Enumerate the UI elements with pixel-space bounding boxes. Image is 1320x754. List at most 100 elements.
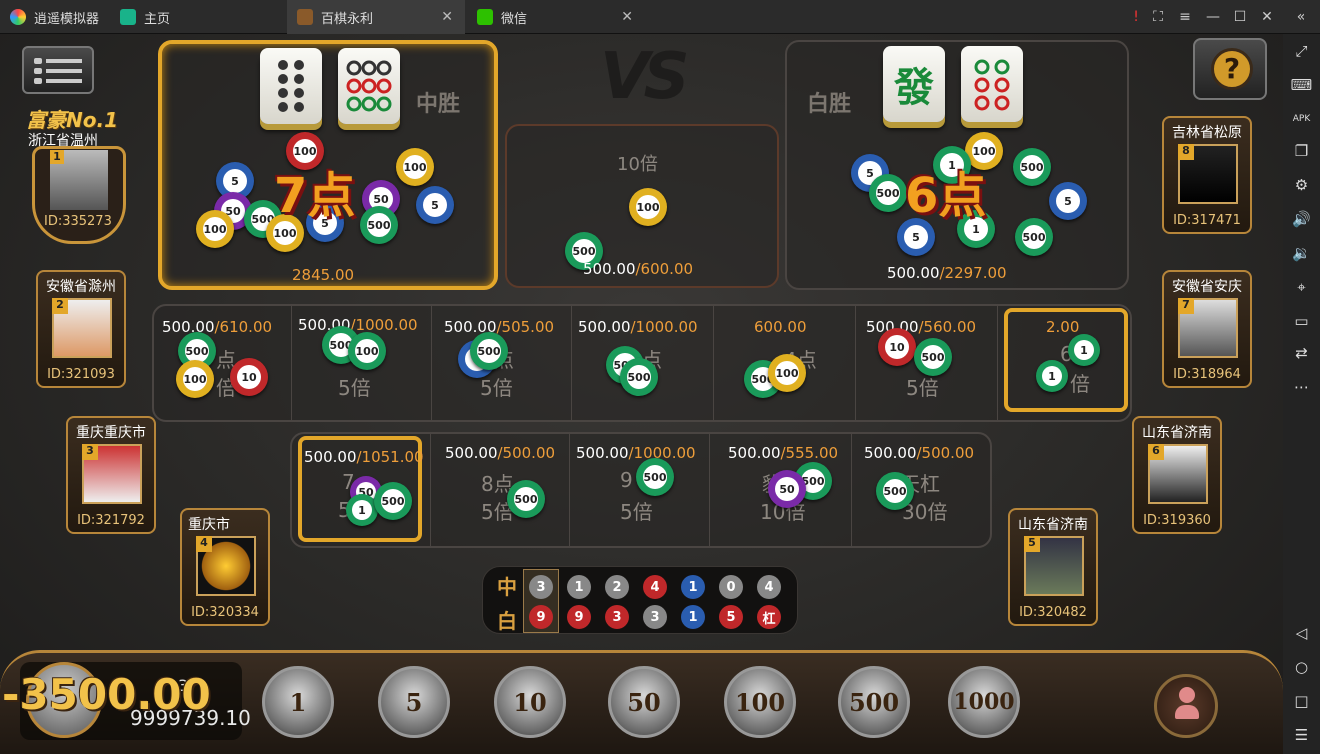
game-table: ? VS 中胜 100 5 50 100 500 100 5 100 50 50… [0, 34, 1283, 754]
cell-amount: 500.00/500.00 [445, 444, 556, 462]
bet-cell-7p[interactable]: 500.00/1051.00 7 5 50 1 500 [298, 436, 424, 542]
chip-10: 10 [230, 358, 268, 396]
chip-500: 500 [876, 472, 914, 510]
bet-cell-1[interactable]: 500.00/610.00 点 倍 500 100 10 [154, 306, 292, 420]
more-icon[interactable]: ⋯ [1289, 374, 1314, 399]
chip-1: 1 [1036, 360, 1068, 392]
keyboard-icon[interactable]: ⌨ [1289, 72, 1314, 97]
menu-button[interactable] [22, 46, 94, 94]
cell-mult: 倍 [1070, 372, 1090, 396]
history-ball: 3 [529, 575, 553, 599]
bet-cell-6[interactable]: 500.00/560.00 5倍 10 500 [856, 306, 998, 420]
players-list-button[interactable] [1154, 674, 1218, 738]
zhong-win-area[interactable]: 中胜 100 5 50 100 500 100 5 100 50 500 5 7… [158, 40, 498, 290]
zhong-label: 中胜 [416, 92, 461, 117]
player-id: ID:319360 [1143, 513, 1211, 528]
cell-point: 9 [620, 468, 633, 492]
seat-number: 7 [1178, 298, 1194, 314]
cell-mult: 5倍 [480, 376, 513, 400]
player-seat-1[interactable]: 富豪No.1 浙江省温州 1 ID:335273 [18, 104, 136, 246]
sync-icon[interactable]: ⇄ [1289, 340, 1314, 365]
chip-500: 500 [470, 332, 508, 370]
volume-down-icon[interactable]: 🔉 [1289, 240, 1314, 265]
bet-chip-10[interactable]: 10 [494, 666, 566, 738]
tab-game[interactable]: 百棋永利 ✕ [287, 0, 465, 34]
tie-multiplier: 10倍 [617, 154, 658, 175]
bet-chip-500[interactable]: 500 [838, 666, 910, 738]
bet-cell-8[interactable]: 500.00/500.00 8点 5倍 500 [430, 434, 570, 546]
bet-chip-1000[interactable]: 1000 [948, 666, 1020, 738]
tie-amount: 500.00/600.00 [583, 260, 694, 278]
back-icon[interactable]: ◁ [1289, 620, 1314, 645]
bet-chip-100[interactable]: 100 [724, 666, 796, 738]
bet-cell-3[interactable]: 500.00/505.00 点 5倍 5 500 [432, 306, 572, 420]
vs-logo: VS [600, 40, 690, 114]
bet-cell-7[interactable]: 2.00 6 倍 1 1 [1004, 308, 1128, 412]
player-seat-7[interactable]: 安徽省安庆 7 ID:318964 [1162, 270, 1252, 388]
bet-cell-9[interactable]: 500.00/1000.00 9 5倍 500 [570, 434, 710, 546]
player-location: 重庆市 [188, 517, 230, 533]
close-icon[interactable]: ✕ [621, 9, 633, 25]
chip-500: 500 [620, 358, 658, 396]
bet-cell-5[interactable]: 600.00 4点 500 100 [714, 306, 856, 420]
player-seat-8[interactable]: 吉林省松原 8 ID:317471 [1162, 116, 1252, 234]
bet-cell-leopard[interactable]: 500.00/555.00 豹 10倍 500 50 [710, 434, 852, 546]
emulator-titlebar: 逍遥模拟器 主页 百棋永利 ✕ 微信 ✕ ! ⛶ ≡ — ☐ ✕ « [0, 0, 1320, 34]
player-seat-6[interactable]: 山东省济南 6 ID:319360 [1132, 416, 1222, 534]
bet-cell-2[interactable]: 500.00/1000.00 5倍 500 100 [292, 306, 432, 420]
bai-win-area[interactable]: 白胜 發 5 500 5 100 1 500 5 1 500 6点 500.00… [785, 40, 1129, 290]
player-id: ID:335273 [44, 214, 112, 229]
bet-chip-1[interactable]: 1 [262, 666, 334, 738]
player-seat-4[interactable]: 重庆市 4 ID:320334 [180, 508, 270, 626]
bai-points: 6点 [905, 168, 987, 224]
player-location: 安徽省安庆 [1172, 279, 1242, 295]
chip-500: 500 [1013, 148, 1051, 186]
maximize-icon[interactable]: ☐ [1227, 0, 1253, 34]
location-icon[interactable]: ⌖ [1289, 274, 1314, 299]
expand-icon[interactable]: ⤢ [1289, 38, 1314, 63]
tab-home[interactable]: 主页 [110, 0, 285, 34]
close-icon[interactable]: ✕ [441, 9, 453, 25]
app-name: 逍遥模拟器 [34, 11, 100, 27]
help-icon: ? [1211, 48, 1253, 90]
help-button[interactable]: ? [1193, 38, 1267, 100]
history-ball: 9 [529, 605, 553, 629]
history-ball: 5 [719, 605, 743, 629]
points-row-2: 500.00/1051.00 7 5 50 1 500 500.00/500.0… [290, 432, 992, 548]
close-window-icon[interactable]: ✕ [1254, 0, 1280, 34]
emulator-app-tab[interactable]: 逍遥模拟器 [0, 0, 110, 34]
cell-mult: 5倍 [620, 500, 653, 524]
volume-up-icon[interactable]: 🔊 [1289, 206, 1314, 231]
bet-chip-5[interactable]: 5 [378, 666, 450, 738]
bet-cell-tiangang[interactable]: 500.00/500.00 天杠 30倍 500 [852, 434, 992, 546]
player-seat-2[interactable]: 安徽省滁州 2 ID:321093 [36, 270, 126, 388]
bet-cell-4[interactable]: 500.00/1000.00 点 500 500 [572, 306, 714, 420]
cell-amount: 500.00/1051.00 [304, 448, 424, 466]
multi-window-icon[interactable]: ❐ [1289, 138, 1314, 163]
minimize-icon[interactable]: — [1200, 0, 1226, 34]
settings-icon[interactable]: ⚙ [1289, 172, 1314, 197]
chip-5: 5 [416, 186, 454, 224]
history-board: 中 白 3 1 2 4 1 0 4 9 9 3 3 1 5 杠 [482, 566, 798, 634]
collapse-icon[interactable]: « [1288, 0, 1314, 34]
home-nav-icon[interactable]: ○ [1289, 654, 1314, 679]
seat-number: 6 [1148, 444, 1164, 460]
tile-zhong-2 [338, 48, 400, 124]
menu-nav-icon[interactable]: ☰ [1289, 722, 1314, 747]
recent-apps-icon[interactable]: □ [1289, 688, 1314, 713]
tie-area[interactable]: 10倍 100 500 500.00/600.00 [505, 124, 779, 288]
fullscreen-icon[interactable]: ⛶ [1145, 0, 1171, 34]
tile-zhong-1 [260, 48, 322, 124]
tab-label: 主页 [144, 11, 171, 27]
history-ball: 2 [605, 575, 629, 599]
history-ball: 1 [681, 575, 705, 599]
history-ball: 9 [567, 605, 591, 629]
apk-icon[interactable]: APK [1289, 106, 1314, 131]
chip-500: 500 [507, 480, 545, 518]
tab-wechat[interactable]: 微信 ✕ [467, 0, 645, 34]
menu-icon[interactable]: ≡ [1172, 0, 1198, 34]
folder-icon[interactable]: ▭ [1289, 308, 1314, 333]
bet-chip-50[interactable]: 50 [608, 666, 680, 738]
player-seat-5[interactable]: 山东省济南 5 ID:320482 [1008, 508, 1098, 626]
player-seat-3[interactable]: 重庆重庆市 3 ID:321792 [66, 416, 156, 534]
